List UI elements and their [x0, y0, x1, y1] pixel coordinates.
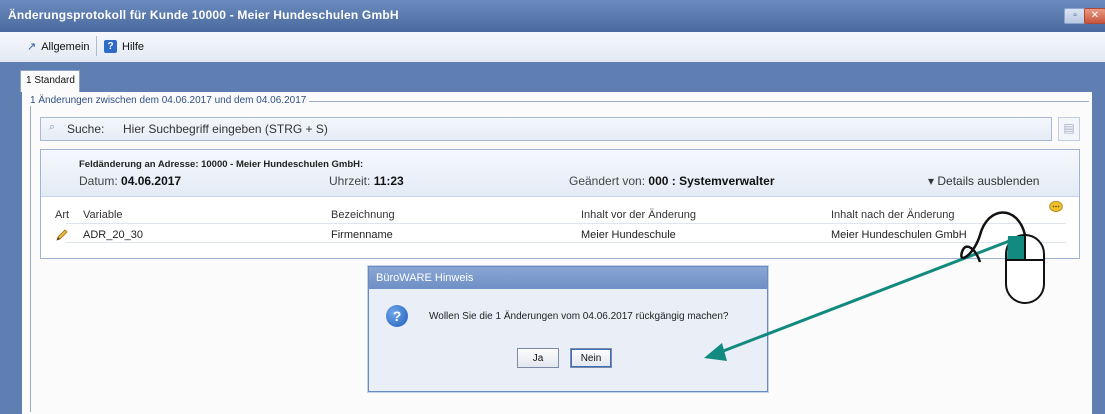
change-date-label: Datum: — [79, 174, 118, 188]
search-icon: ⌕ — [49, 121, 56, 133]
pencil-icon — [56, 229, 68, 241]
row-bezeichnung: Firmenname — [331, 229, 393, 241]
help-menu-label: Hilfe — [122, 40, 145, 53]
table-row-divider — [66, 242, 1066, 243]
table-header-divider — [66, 223, 1066, 224]
change-date-value: 04.06.2017 — [121, 174, 182, 188]
column-art: Art — [55, 209, 70, 221]
general-menu-button[interactable]: ↗ Allgemein — [27, 40, 90, 54]
search-input[interactable]: Hier Suchbegriff eingeben (STRG + S) — [123, 122, 328, 136]
help-menu-button[interactable]: ? Hilfe — [104, 40, 144, 53]
column-before: Inhalt vor der Änderung — [581, 209, 696, 221]
change-log-window: Änderungsprotokoll für Kunde 10000 - Mei… — [0, 0, 1105, 414]
tab-bar — [0, 62, 1105, 92]
changes-group-label: 1 Änderungen zwischen dem 04.06.2017 und… — [30, 95, 310, 106]
close-button[interactable]: ✕ — [1084, 8, 1105, 24]
column-bezeichnung: Bezeichnung — [331, 209, 395, 221]
search-bar[interactable]: ⌕ Suche: Hier Suchbegriff eingeben (STRG… — [40, 117, 1052, 141]
title-bar: Änderungsprotokoll für Kunde 10000 - Mei… — [0, 0, 1105, 32]
comment-bubble-icon[interactable] — [1049, 201, 1063, 213]
change-entry-panel: Feldänderung an Adresse: 10000 - Meier H… — [40, 149, 1080, 259]
changed-by-label: Geändert von: — [569, 174, 646, 188]
changed-by: Geändert von: 000 : Systemverwalter — [569, 174, 774, 188]
details-toggle-link[interactable]: ▾ Details ausblenden — [928, 174, 1039, 188]
window-title: Änderungsprotokoll für Kunde 10000 - Mei… — [8, 8, 399, 22]
no-button[interactable]: Nein — [570, 348, 612, 368]
toolbar-separator — [96, 36, 97, 56]
change-entry-title: Feldänderung an Adresse: 10000 - Meier H… — [79, 159, 364, 170]
dialog-title-bar[interactable]: BüroWARE Hinweis — [369, 267, 767, 289]
yes-button[interactable]: Ja — [517, 348, 559, 368]
toolbar: ↗ Allgemein ? Hilfe — [0, 32, 1105, 63]
change-time-label: Uhrzeit: — [329, 174, 371, 188]
general-menu-label: Allgemein — [41, 40, 90, 53]
dialog-message: Wollen Sie die 1 Änderungen vom 04.06.20… — [429, 311, 729, 322]
change-date: Datum: 04.06.2017 — [79, 174, 181, 188]
question-icon: ? — [104, 40, 117, 53]
question-icon: ? — [386, 305, 408, 327]
print-button[interactable]: ▤ — [1058, 117, 1080, 141]
search-label: Suche: — [67, 122, 105, 136]
confirm-dialog: BüroWARE Hinweis ? Wollen Sie die 1 Ände… — [368, 266, 768, 392]
row-before: Meier Hundeschule — [581, 229, 676, 241]
row-variable: ADR_20_30 — [83, 229, 143, 241]
changed-by-value: 000 : Systemverwalter — [648, 174, 775, 188]
change-time: Uhrzeit: 11:23 — [329, 174, 404, 188]
tab-standard[interactable]: 1 Standard — [20, 70, 80, 92]
arrow-up-right-icon: ↗ — [27, 41, 37, 53]
column-variable: Variable — [83, 209, 123, 221]
change-time-value: 11:23 — [373, 174, 404, 188]
minimize-button[interactable]: ▫ — [1064, 8, 1086, 24]
dialog-title: BüroWARE Hinweis — [376, 272, 474, 284]
right-frame — [1092, 92, 1105, 414]
row-after: Meier Hundeschulen GmbH — [831, 229, 967, 241]
printer-icon: ▤ — [1063, 121, 1075, 135]
column-after: Inhalt nach der Änderung — [831, 209, 955, 221]
change-entry-header: Feldänderung an Adresse: 10000 - Meier H… — [41, 150, 1079, 197]
left-frame — [0, 92, 22, 414]
